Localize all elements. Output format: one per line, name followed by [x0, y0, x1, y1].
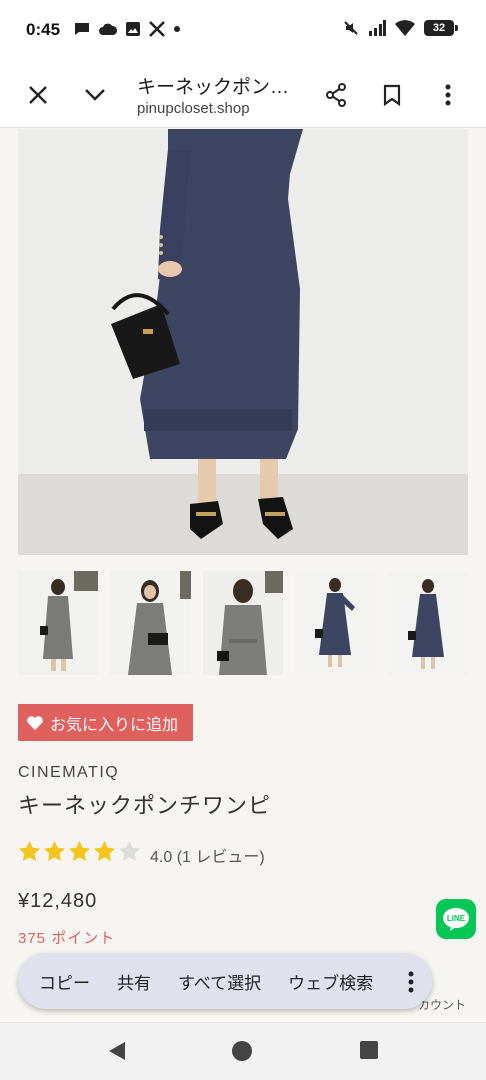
- thumbnail-2[interactable]: [110, 571, 191, 675]
- system-navigation-bar: [0, 1022, 486, 1080]
- product-price: ¥12,480: [18, 890, 98, 912]
- share-menu-item[interactable]: 共有: [117, 969, 151, 994]
- page-url[interactable]: pinupcloset.shop: [137, 100, 250, 117]
- thumbnail-1[interactable]: [18, 571, 99, 675]
- system-icons: 32: [343, 20, 458, 36]
- thumbnail-gallery: [18, 571, 469, 675]
- rating-stars: [18, 840, 141, 862]
- page-title: キーネックポン…: [137, 77, 290, 98]
- reward-points: 375 ポイント: [18, 930, 116, 947]
- star-empty-icon: [118, 840, 141, 861]
- notification-icons: [74, 21, 180, 37]
- cloud-icon: [99, 23, 117, 35]
- star-filled-icon: [93, 840, 116, 861]
- more-options-icon[interactable]: [408, 971, 414, 993]
- wifi-icon: [395, 20, 415, 36]
- battery-icon: 32: [424, 20, 458, 36]
- web-search-menu-item[interactable]: ウェブ検索: [288, 969, 373, 994]
- chevron-down-icon: [85, 89, 105, 101]
- heart-icon: [27, 715, 43, 730]
- line-logo-text: LINE: [447, 914, 466, 923]
- status-bar: 0:45 32: [0, 0, 486, 62]
- product-main-image[interactable]: [18, 129, 468, 555]
- signal-icon: [369, 20, 386, 36]
- line-chat-button[interactable]: LINE: [436, 899, 476, 939]
- thumbnail-3[interactable]: [202, 571, 284, 675]
- brand-name[interactable]: CINEMATIQ: [18, 764, 119, 782]
- rating-text[interactable]: 4.0 (1 レビュー): [150, 843, 265, 867]
- thumbnail-5[interactable]: [387, 571, 469, 675]
- close-icon: [29, 86, 47, 104]
- x-logo-icon: [149, 21, 165, 37]
- favorite-label: お気に入りに追加: [50, 716, 179, 734]
- home-icon[interactable]: [232, 1041, 252, 1061]
- share-icon: [326, 83, 346, 107]
- bookmark-button[interactable]: [372, 75, 412, 115]
- star-filled-icon: [68, 840, 91, 861]
- text-selection-menu: コピー 共有 すべて選択 ウェブ検索: [18, 953, 432, 1009]
- select-all-menu-item[interactable]: すべて選択: [178, 969, 261, 994]
- star-filled-icon: [43, 840, 66, 861]
- share-button[interactable]: [316, 75, 356, 115]
- status-time: 0:45: [26, 20, 61, 39]
- browser-toolbar: キーネックポン… pinupcloset.shop: [0, 62, 486, 128]
- back-icon[interactable]: [107, 1041, 127, 1061]
- dot-icon: [174, 26, 180, 32]
- product-name: キーネックポンチワンピ: [18, 793, 272, 818]
- copy-menu-item[interactable]: コピー: [39, 969, 90, 994]
- mute-icon: [344, 21, 358, 35]
- close-button[interactable]: [18, 75, 58, 115]
- minimize-button[interactable]: [75, 75, 115, 115]
- recents-icon[interactable]: [360, 1041, 378, 1059]
- add-to-favorites-button[interactable]: お気に入りに追加: [18, 704, 193, 741]
- image-icon: [126, 22, 140, 36]
- more-vert-icon: [445, 84, 451, 106]
- thumbnail-4[interactable]: [295, 571, 376, 675]
- star-filled-icon: [18, 840, 41, 861]
- bookmark-icon: [383, 84, 401, 106]
- menu-button[interactable]: [428, 75, 468, 115]
- line-logo-icon: LINE: [443, 908, 469, 931]
- chat-bubble-icon: [75, 23, 89, 35]
